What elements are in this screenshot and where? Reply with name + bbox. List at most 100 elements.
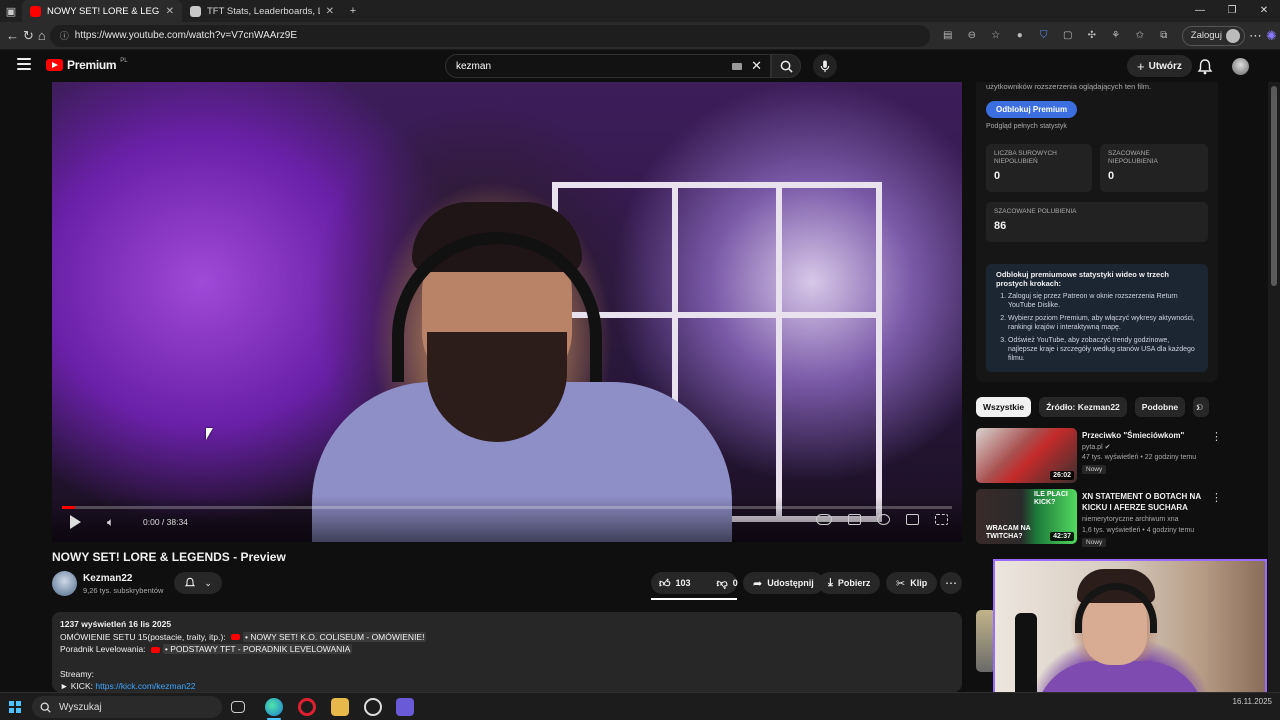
new-tab-button[interactable]: +	[342, 0, 364, 22]
taskbar-search-placeholder: Wyszukaj	[59, 701, 102, 713]
reader-icon[interactable]: ▤	[938, 26, 958, 46]
clip-button[interactable]: ✂ Klip	[886, 572, 938, 594]
video-player[interactable]: 🔈︎ 0:00 / 38:34	[52, 82, 962, 542]
video-thumbnail[interactable]: 26:02	[976, 428, 1077, 483]
favorites-icon[interactable]: ✩	[1130, 26, 1150, 46]
extension-grey-icon[interactable]: ▢	[1058, 26, 1078, 46]
share-label: Udostępnij	[767, 578, 814, 588]
windows-start-icon[interactable]	[9, 701, 21, 713]
site-info-icon[interactable]: ⓘ	[60, 29, 69, 42]
video-duration: 26:02	[1050, 471, 1074, 480]
promo-steps: Zaloguj się przez Patreon w oknie rozsze…	[1008, 292, 1198, 363]
favorite-star-icon[interactable]: ☆	[986, 26, 1006, 46]
profile-login-button[interactable]: Zaloguj	[1181, 25, 1245, 46]
like-count: 103	[675, 578, 691, 588]
keyboard-icon[interactable]	[732, 63, 742, 70]
stats-note: użytkowników rozszerzenia oglądających t…	[986, 82, 1152, 91]
subtitles-icon[interactable]	[848, 514, 861, 525]
page-scrollbar[interactable]	[1268, 82, 1280, 692]
tab-title: NOWY SET! LORE & LEGENDS - P	[47, 5, 160, 17]
youtube-link-icon	[150, 646, 160, 653]
account-avatar[interactable]	[1232, 58, 1249, 75]
opera-gx-icon[interactable]	[298, 698, 316, 716]
minimize-icon[interactable]: —	[1184, 0, 1216, 22]
create-button[interactable]: + Utwórz	[1127, 55, 1192, 77]
video-thumbnail[interactable]: ILE PŁACI KICK? WRACAM NA TWITCHA? 42:37	[976, 489, 1077, 544]
share-button[interactable]: ➦ Udostępnij	[743, 572, 824, 594]
background-shelf	[552, 312, 882, 318]
chip-all[interactable]: Wszystkie	[976, 397, 1032, 417]
notifications-bell-icon[interactable]	[1196, 58, 1214, 76]
thumbnail-text-bottom: WRACAM NA TWITCHA?	[986, 525, 1031, 540]
recommendation-meta: 1,6 tys. wyświetleń • 4 godziny temu	[1082, 527, 1195, 534]
video-description[interactable]: 1237 wyświetleń 16 lis 2025 OMÓWIENIE SE…	[52, 612, 962, 692]
clear-search-icon[interactable]: ✕	[751, 58, 762, 74]
autoplay-toggle-icon[interactable]	[816, 514, 832, 525]
more-options-icon[interactable]: ⋮	[1211, 430, 1222, 443]
promo-title: Odblokuj premiumowe statystyki wideo w t…	[996, 270, 1169, 288]
video-link[interactable]: • PODSTAWY TFT - PORADNIK LEVELOWANIA	[162, 644, 353, 654]
unlock-premium-button[interactable]: Odblokuj Premium	[986, 101, 1078, 118]
dislike-button[interactable]: 👎︎ 0	[709, 572, 746, 594]
search-input[interactable]: kezman ✕	[445, 54, 771, 78]
url-field[interactable]: ⓘ https://www.youtube.com/watch?v=V7cnWA…	[49, 24, 930, 47]
tab-actions-icon[interactable]: ▣	[0, 0, 22, 22]
restore-icon[interactable]: ❐	[1216, 0, 1248, 22]
scrollbar-thumb[interactable]	[1271, 86, 1277, 286]
description-text: Poradnik Levelowania:	[60, 644, 146, 654]
download-button[interactable]: ⤓ Pobierz	[818, 572, 881, 594]
full-stats-link[interactable]: Podgląd pełnych statystyk	[986, 123, 1208, 130]
close-window-icon[interactable]: ✕	[1248, 0, 1280, 22]
voice-search-button[interactable]	[813, 54, 837, 78]
chip-source[interactable]: Źródło: Kezman22	[1039, 397, 1127, 417]
stat-raw-dislikes: LICZBA SUROWYCH NIEPOLUBIEŃ 0	[986, 144, 1092, 192]
browser-tab-tft[interactable]: TFT Stats, Leaderboards, League o ✕	[182, 0, 342, 22]
recommendation-item[interactable]: 26:02 Przeciwko "Śmieciówkom" pyta.pl ✔ …	[976, 428, 1222, 486]
extension-icon[interactable]: ⚘	[1106, 26, 1126, 46]
close-tab-icon[interactable]: ✕	[166, 6, 174, 17]
chip-related[interactable]: Podobne	[1134, 397, 1186, 417]
extension-dislike-icon[interactable]: ●	[1010, 26, 1030, 46]
volume-icon[interactable]: 🔈︎	[107, 515, 121, 529]
browser-menu-icon[interactable]: ⋯	[1249, 24, 1262, 48]
more-options-icon[interactable]: ⋮	[1211, 491, 1222, 504]
extensions-puzzle-icon[interactable]: ✣	[1082, 26, 1102, 46]
recommendation-item[interactable]: ILE PŁACI KICK? WRACAM NA TWITCHA? 42:37…	[976, 489, 1222, 547]
file-explorer-icon[interactable]	[331, 698, 349, 716]
refresh-icon[interactable]: ↻	[23, 24, 34, 48]
settings-gear-icon[interactable]	[877, 514, 890, 525]
channel-avatar[interactable]	[52, 571, 77, 596]
edge-browser-icon[interactable]	[265, 698, 283, 716]
close-tab-icon[interactable]: ✕	[326, 6, 334, 17]
microphone-icon	[820, 59, 830, 72]
play-icon[interactable]	[70, 515, 81, 529]
home-icon[interactable]: ⌂	[38, 24, 46, 48]
copilot-icon[interactable]: ✺	[1266, 24, 1277, 48]
channel-name[interactable]: Kezman22	[83, 573, 132, 584]
miniplayer-icon[interactable]	[906, 514, 919, 525]
clip-label: Klip	[910, 578, 928, 588]
extension-shield-icon[interactable]: ⛉	[1034, 26, 1054, 46]
collections-icon[interactable]: ⧉	[1154, 26, 1174, 46]
app-icon[interactable]	[364, 698, 382, 716]
like-button[interactable]: 👍︎ 103	[651, 572, 699, 594]
subscription-bell-button[interactable]: ⌄	[174, 572, 222, 594]
stat-value: 86	[994, 220, 1007, 232]
fullscreen-icon[interactable]	[935, 514, 948, 525]
youtube-premium-logo[interactable]: Premium PL	[46, 58, 128, 72]
search-button[interactable]	[771, 54, 801, 78]
progress-bar[interactable]	[62, 506, 952, 509]
dislike-count: 0	[732, 578, 738, 588]
stat-label: SZACOWANE NIEPOLUBIENIA	[1108, 150, 1158, 165]
taskbar-search[interactable]: Wyszukaj	[32, 696, 222, 718]
chevron-right-icon[interactable]: ›	[1196, 400, 1200, 414]
video-link[interactable]: • NOWY SET! K.O. COLISEUM - OMÓWIENIE!	[243, 631, 427, 642]
back-icon[interactable]: ←	[6, 24, 19, 48]
zoom-icon[interactable]: ⊖	[962, 26, 982, 46]
discord-icon[interactable]	[396, 698, 414, 716]
kick-link[interactable]: https://kick.com/kezman22	[95, 681, 195, 691]
more-actions-button[interactable]: ⋯	[940, 572, 962, 594]
menu-hamburger-icon[interactable]	[17, 58, 31, 70]
task-view-icon[interactable]	[231, 701, 245, 713]
browser-tab-youtube[interactable]: NOWY SET! LORE & LEGENDS - P ✕	[22, 0, 182, 22]
